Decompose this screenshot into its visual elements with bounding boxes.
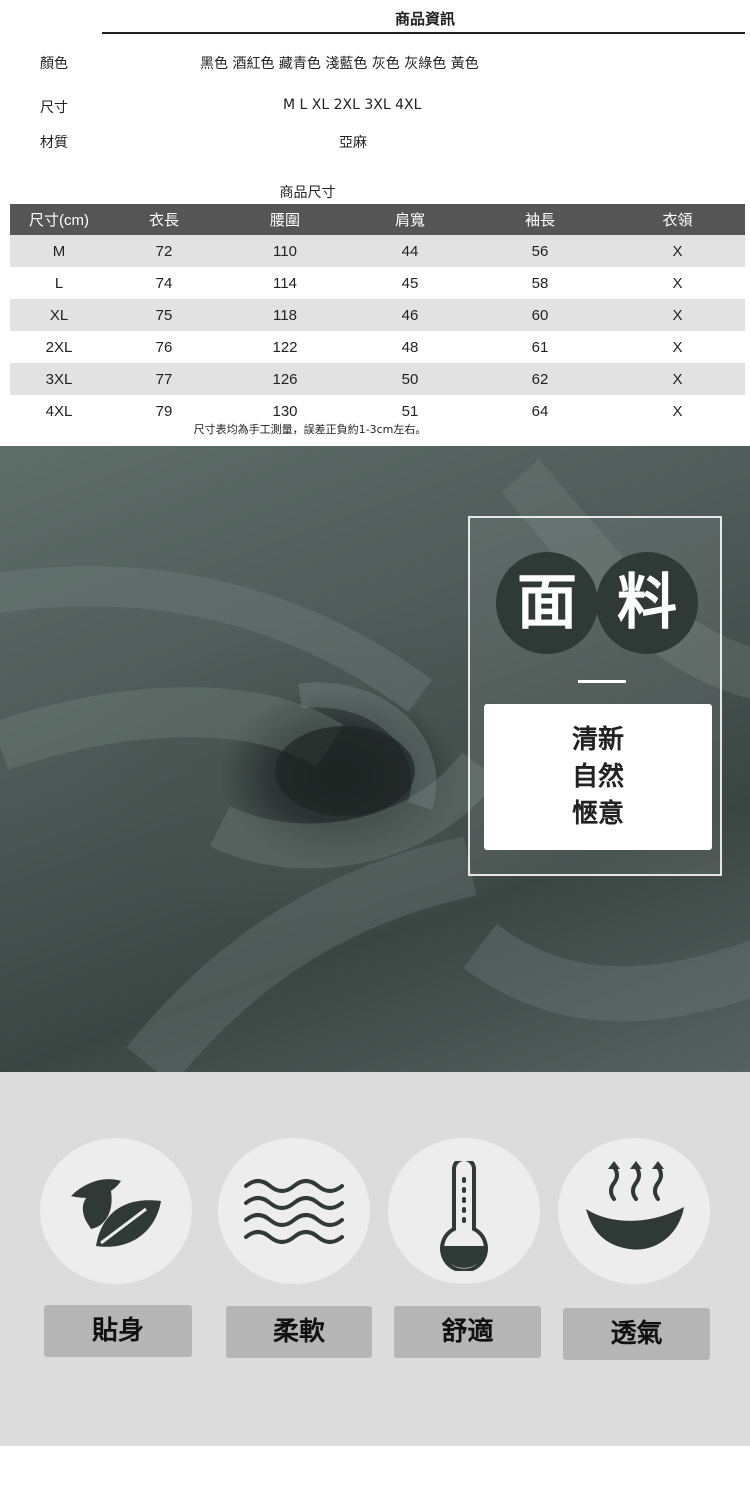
size-table-header: 尺寸(cm) 衣長 腰圍 肩寬 袖長 衣領: [10, 204, 745, 235]
steam-icon: [586, 1161, 684, 1250]
title-divider: [102, 32, 745, 34]
table-cell: 50: [350, 363, 470, 395]
leaves-icon: [71, 1179, 161, 1247]
table-cell: X: [672, 338, 683, 356]
feature-label-fit: 貼身: [44, 1305, 192, 1357]
table-cell: 114: [273, 274, 297, 292]
header-size: 尺寸(cm): [10, 204, 108, 235]
table-cell: 46: [350, 299, 470, 331]
info-label-color: 顏色: [40, 56, 68, 72]
fabric-description-box: 清新 自然 愜意: [484, 704, 712, 850]
table-cell: 56: [470, 235, 610, 267]
table-cell: X: [610, 363, 745, 395]
header-collar: 衣領: [610, 204, 745, 235]
table-cell: 75: [108, 299, 220, 331]
feature-label-comfort: 舒適: [394, 1306, 541, 1358]
table-cell: 118: [220, 299, 350, 331]
feature-steam: [558, 1138, 710, 1284]
table-cell: M: [10, 235, 108, 267]
info-value-material: 亞麻: [339, 135, 367, 151]
feature-leaves: [40, 1138, 192, 1284]
size-table-title: 商品尺寸: [279, 185, 336, 201]
features-section: 貼身 柔軟 舒適 透氣: [0, 1072, 750, 1446]
fabric-line-2: 自然: [571, 762, 624, 792]
table-cell: 74: [155, 274, 173, 292]
size-table: 尺寸(cm) 衣長 腰圍 肩寬 袖長 衣領 M 72 110 44 56 X L…: [10, 204, 745, 427]
table-cell: 110: [220, 235, 350, 267]
fabric-panel: 面 料 清新 自然 愜意: [468, 516, 722, 876]
info-label-material: 材質: [40, 135, 68, 151]
fabric-heading-char-1: 面: [496, 552, 598, 654]
table-cell: X: [672, 274, 683, 292]
product-info-title: 商品資訊: [394, 10, 455, 28]
fabric-line-1: 清新: [571, 725, 624, 755]
table-cell: 2XL: [45, 338, 73, 356]
table-cell: 45: [401, 274, 419, 292]
table-cell: L: [54, 274, 64, 292]
table-row: XL 75 118 46 60 X: [10, 299, 745, 331]
size-table-note: 尺寸表均為手工測量，誤差正負約1-3cm左右。: [193, 423, 427, 436]
info-value-size: M L XL 2XL 3XL 4XL: [283, 97, 422, 113]
table-row: 3XL 77 126 50 62 X: [10, 363, 745, 395]
table-cell: 60: [470, 299, 610, 331]
fabric-heading-char-2: 料: [596, 552, 698, 654]
table-cell: 62: [470, 363, 610, 395]
feature-label-breathable: 透氣: [563, 1308, 710, 1360]
table-row: M 72 110 44 56 X: [10, 235, 745, 267]
fabric-divider: [578, 680, 626, 683]
table-cell: X: [672, 402, 683, 420]
table-cell: 76: [155, 338, 173, 356]
table-cell: 122: [272, 338, 298, 356]
feature-label-soft: 柔軟: [226, 1306, 372, 1358]
table-cell: 72: [108, 235, 220, 267]
header-sleeve: 袖長: [470, 204, 610, 235]
header-waist: 腰圍: [220, 204, 350, 235]
info-label-size: 尺寸: [40, 100, 68, 116]
feature-thermometer: [388, 1138, 540, 1284]
thermometer-icon: [440, 1161, 488, 1271]
info-value-color: 黑色 酒紅色 藏青色 淺藍色 灰色 灰綠色 黃色: [200, 56, 479, 72]
table-cell: 77: [108, 363, 220, 395]
table-cell: 61: [531, 338, 549, 356]
table-cell: 44: [350, 235, 470, 267]
header-length: 衣長: [108, 204, 220, 235]
waves-icon: [244, 1179, 344, 1244]
table-cell: 3XL: [10, 363, 108, 395]
header-shoulder: 肩寬: [350, 204, 470, 235]
table-cell: 48: [401, 338, 419, 356]
table-row: 2XL 76 122 48 61 X: [10, 331, 745, 363]
fabric-line-3: 愜意: [571, 799, 624, 829]
table-cell: 126: [220, 363, 350, 395]
fabric-photo: 面 料 清新 自然 愜意: [0, 446, 750, 1072]
table-cell: X: [610, 235, 745, 267]
feature-waves: [218, 1138, 370, 1284]
table-cell: 58: [531, 274, 549, 292]
table-cell: XL: [10, 299, 108, 331]
table-row: L 74 114 45 58 X: [10, 267, 745, 299]
table-cell: X: [610, 299, 745, 331]
